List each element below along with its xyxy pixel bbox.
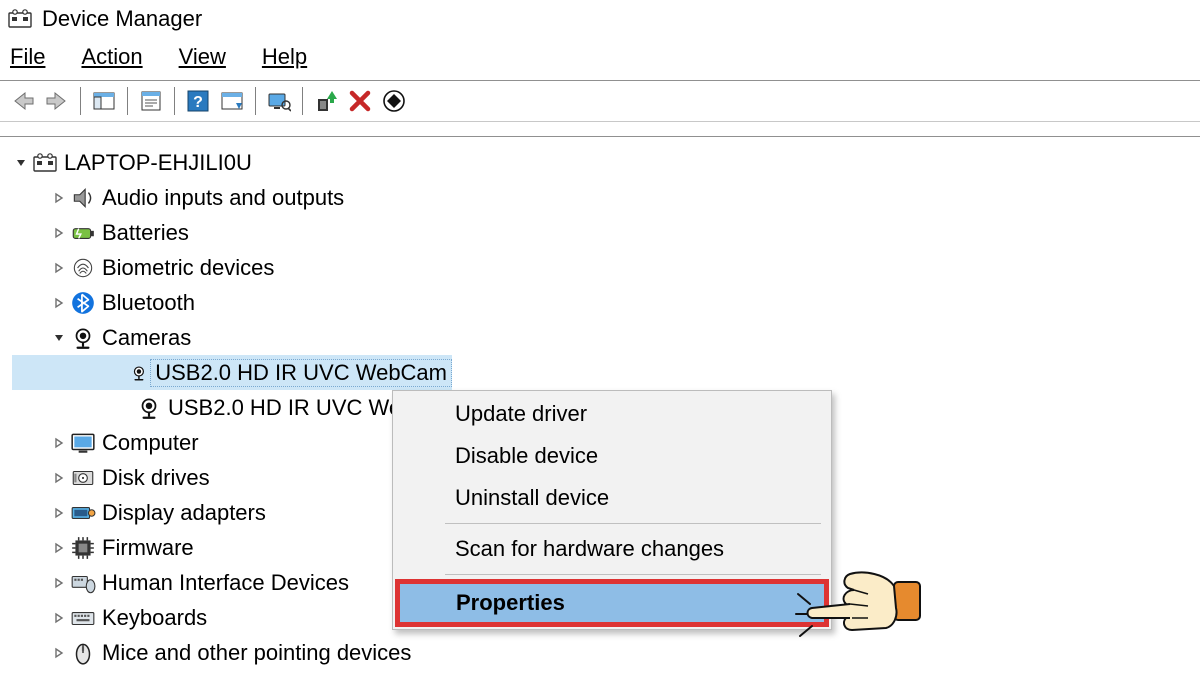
- tree-item-label: Batteries: [102, 220, 189, 246]
- hid-icon: [70, 570, 96, 596]
- camera-icon: [136, 395, 162, 421]
- context-menu: Update driver Disable device Uninstall d…: [392, 390, 832, 630]
- ctx-uninstall-device[interactable]: Uninstall device: [395, 477, 829, 519]
- toolbar-update-driver[interactable]: [311, 86, 341, 116]
- tree-item-label: Biometric devices: [102, 255, 274, 281]
- expander-icon[interactable]: [50, 189, 68, 207]
- fingerprint-icon: [70, 255, 96, 281]
- camera-icon: [70, 325, 96, 351]
- tree-item-label: Disk drives: [102, 465, 210, 491]
- tree-root[interactable]: LAPTOP-EHJILI0U: [12, 145, 1200, 180]
- display-adapter-icon: [70, 500, 96, 526]
- toolbar-show-hide-tree[interactable]: [89, 86, 119, 116]
- tree-item-label: Computer: [102, 430, 199, 456]
- expander-icon[interactable]: [50, 644, 68, 662]
- tree-item-mice[interactable]: Mice and other pointing devices: [12, 635, 1200, 670]
- menu-file[interactable]: File: [6, 42, 49, 72]
- expander-icon[interactable]: [50, 504, 68, 522]
- context-separator: [445, 523, 821, 524]
- menu-help[interactable]: Help: [258, 42, 311, 72]
- bluetooth-icon: [70, 290, 96, 316]
- tree-item-label: USB2.0 HD IR UVC Web: [168, 395, 413, 421]
- expander-icon[interactable]: [50, 329, 68, 347]
- device-manager-icon: [6, 7, 34, 31]
- menu-view[interactable]: View: [175, 42, 230, 72]
- ctx-item-label: Scan for hardware changes: [455, 536, 724, 561]
- toolbar-scan-hardware[interactable]: [379, 86, 409, 116]
- disk-icon: [70, 465, 96, 491]
- context-separator: [445, 574, 821, 575]
- tree-item-label: Human Interface Devices: [102, 570, 349, 596]
- svg-text:?: ?: [193, 94, 203, 111]
- tree-item-audio[interactable]: Audio inputs and outputs: [12, 180, 1200, 215]
- tree-item-label: Audio inputs and outputs: [102, 185, 344, 211]
- keyboard-icon: [70, 605, 96, 631]
- ctx-item-label: Update driver: [455, 401, 587, 426]
- menu-action[interactable]: Action: [77, 42, 146, 72]
- tree-item-label: Cameras: [102, 325, 191, 351]
- expander-icon[interactable]: [50, 539, 68, 557]
- toolbar-action-center[interactable]: [217, 86, 247, 116]
- speaker-icon: [70, 185, 96, 211]
- tree-item-label: Display adapters: [102, 500, 266, 526]
- tree-item-label: Keyboards: [102, 605, 207, 631]
- toolbar-properties[interactable]: [136, 86, 166, 116]
- window-title: Device Manager: [42, 6, 202, 32]
- tree-item-label: USB2.0 HD IR UVC WebCam: [150, 359, 452, 387]
- expander-icon[interactable]: [50, 294, 68, 312]
- ctx-item-label: Properties: [456, 590, 565, 615]
- tree-item-label: Firmware: [102, 535, 194, 561]
- ctx-item-label: Uninstall device: [455, 485, 609, 510]
- tree-item-bluetooth[interactable]: Bluetooth: [12, 285, 1200, 320]
- mouse-icon: [70, 640, 96, 666]
- ctx-update-driver[interactable]: Update driver: [395, 393, 829, 435]
- menu-bar: File Action View Help: [0, 34, 1200, 80]
- expander-icon[interactable]: [12, 154, 30, 172]
- expander-icon[interactable]: [50, 609, 68, 627]
- monitor-icon: [70, 430, 96, 456]
- tree-item-biometric[interactable]: Biometric devices: [12, 250, 1200, 285]
- chip-icon: [70, 535, 96, 561]
- toolbar-show-hidden[interactable]: [264, 86, 294, 116]
- expander-icon[interactable]: [50, 434, 68, 452]
- expander-icon[interactable]: [50, 574, 68, 592]
- ctx-item-label: Disable device: [455, 443, 598, 468]
- expander-icon[interactable]: [50, 469, 68, 487]
- tree-item-batteries[interactable]: Batteries: [12, 215, 1200, 250]
- camera-icon: [130, 360, 148, 386]
- toolbar-uninstall[interactable]: [345, 86, 375, 116]
- computer-icon: [32, 150, 58, 176]
- ctx-scan-hardware[interactable]: Scan for hardware changes: [395, 528, 829, 570]
- expander-icon[interactable]: [50, 259, 68, 277]
- toolbar: ?: [0, 81, 1200, 121]
- tree-root-label: LAPTOP-EHJILI0U: [64, 150, 252, 176]
- ctx-disable-device[interactable]: Disable device: [395, 435, 829, 477]
- tree-item-cameras[interactable]: Cameras: [12, 320, 1200, 355]
- tree-item-label: Bluetooth: [102, 290, 195, 316]
- title-bar: Device Manager: [0, 0, 1200, 34]
- toolbar-help[interactable]: ?: [183, 86, 213, 116]
- expander-icon[interactable]: [50, 224, 68, 242]
- ctx-properties[interactable]: Properties: [395, 579, 829, 627]
- toolbar-back[interactable]: [8, 86, 38, 116]
- battery-icon: [70, 220, 96, 246]
- tree-item-camera-device-1[interactable]: USB2.0 HD IR UVC WebCam: [12, 355, 452, 390]
- tree-item-label: Mice and other pointing devices: [102, 640, 411, 666]
- toolbar-forward[interactable]: [42, 86, 72, 116]
